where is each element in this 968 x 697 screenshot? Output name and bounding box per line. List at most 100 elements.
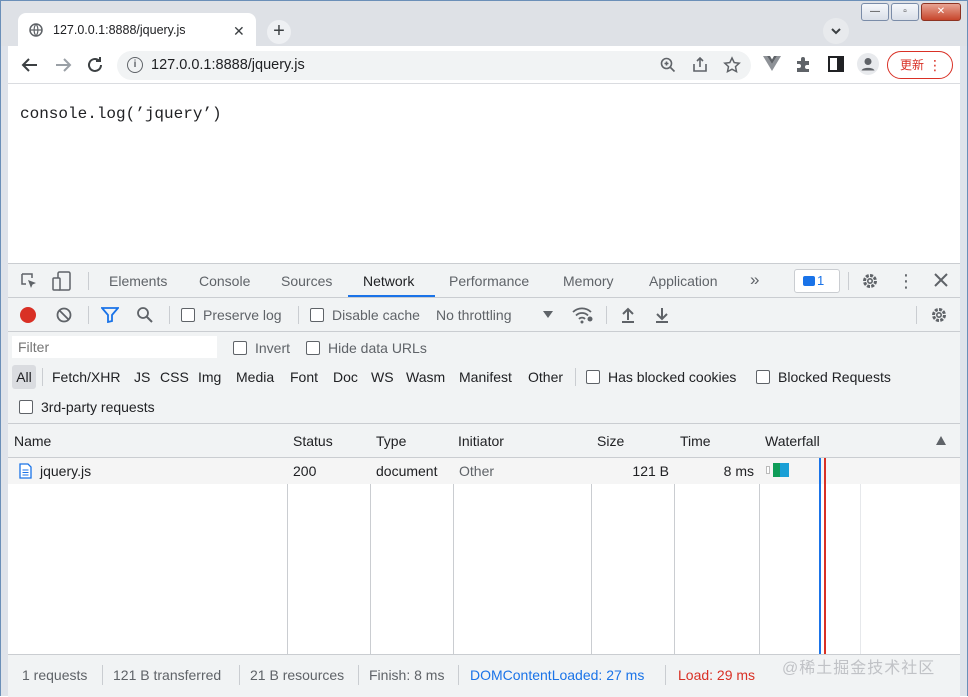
filter-input[interactable] <box>12 336 217 358</box>
header-size[interactable]: Size <box>597 433 624 449</box>
profile-avatar[interactable] <box>857 53 879 75</box>
tab-console[interactable]: Console <box>199 273 250 289</box>
more-vert-icon: ⋮ <box>928 57 942 73</box>
info-icon[interactable]: i <box>127 57 143 73</box>
tab-network[interactable]: Network <box>363 273 414 289</box>
address-bar[interactable]: i 127.0.0.1:8888/jquery.js <box>117 51 751 80</box>
devtools-tab-bar: Elements Console Sources Network Perform… <box>8 264 960 298</box>
preserve-log-label: Preserve log <box>203 307 282 323</box>
inspect-element-icon[interactable] <box>20 272 38 290</box>
upload-icon[interactable] <box>620 306 636 324</box>
tab-performance[interactable]: Performance <box>449 273 529 289</box>
network-conditions-icon[interactable] <box>572 306 594 324</box>
url-text[interactable]: 127.0.0.1:8888/jquery.js <box>151 57 305 73</box>
type-filter-css[interactable]: CSS <box>160 369 189 385</box>
load-event-line <box>824 458 826 654</box>
disable-cache-label: Disable cache <box>332 307 420 323</box>
maximize-button[interactable]: ▫ <box>891 3 919 21</box>
search-icon[interactable] <box>136 306 154 324</box>
type-filter-fetch-xhr[interactable]: Fetch/XHR <box>52 369 120 385</box>
type-filter-all[interactable]: All <box>12 365 36 389</box>
filter-icon[interactable] <box>101 307 119 323</box>
browser-toolbar: i 127.0.0.1:8888/jquery.js 更新 ⋮ <box>0 46 968 84</box>
window-close-button[interactable]: ✕ <box>921 3 961 21</box>
type-filter-ws[interactable]: WS <box>371 369 394 385</box>
close-tab-icon[interactable]: ✕ <box>233 23 245 40</box>
sort-ascending-icon[interactable] <box>936 436 946 445</box>
filter-bar: Invert Hide data URLs All Fetch/XHR JS C… <box>8 332 960 424</box>
disable-cache-checkbox[interactable] <box>310 308 324 322</box>
forward-button[interactable] <box>51 53 75 77</box>
third-party-requests-checkbox[interactable] <box>19 400 33 414</box>
devtools-panel: Elements Console Sources Network Perform… <box>8 263 960 697</box>
throttling-select[interactable]: No throttling <box>436 307 511 323</box>
browser-tab[interactable]: 127.0.0.1:8888/jquery.js ✕ <box>18 13 256 49</box>
header-time[interactable]: Time <box>680 433 711 449</box>
side-panel-icon[interactable] <box>828 56 844 72</box>
issues-badge[interactable]: 1 <box>794 269 840 293</box>
type-filter-other[interactable]: Other <box>528 369 563 385</box>
header-type[interactable]: Type <box>376 433 406 449</box>
type-filter-font[interactable]: Font <box>290 369 318 385</box>
type-filter-wasm[interactable]: Wasm <box>406 369 445 385</box>
blocked-requests-checkbox[interactable] <box>756 370 770 384</box>
header-waterfall[interactable]: Waterfall <box>765 433 820 449</box>
type-filter-manifest[interactable]: Manifest <box>459 369 512 385</box>
record-icon[interactable] <box>20 307 36 323</box>
header-name[interactable]: Name <box>14 433 51 449</box>
invert-checkbox[interactable] <box>233 341 247 355</box>
reload-icon <box>88 57 102 72</box>
tab-search-button[interactable] <box>823 18 849 44</box>
more-vert-icon[interactable]: ⋮ <box>897 271 915 292</box>
type-filter-js[interactable]: JS <box>134 369 150 385</box>
type-filter-media[interactable]: Media <box>236 369 274 385</box>
settings-gear-icon[interactable] <box>861 272 879 290</box>
network-toolbar: Preserve log Disable cache No throttling <box>8 298 960 332</box>
divider <box>298 306 299 324</box>
divider <box>606 306 607 324</box>
download-icon[interactable] <box>654 306 670 324</box>
waterfall-wait-bar <box>773 463 780 477</box>
tab-memory[interactable]: Memory <box>563 273 614 289</box>
has-blocked-cookies-label: Has blocked cookies <box>608 369 737 385</box>
update-button[interactable]: 更新 ⋮ <box>887 51 953 79</box>
preserve-log-checkbox[interactable] <box>181 308 195 322</box>
third-party-requests-label: 3rd-party requests <box>41 399 155 415</box>
type-filter-img[interactable]: Img <box>198 369 221 385</box>
close-devtools-icon[interactable] <box>933 272 949 288</box>
title-bar: 127.0.0.1:8888/jquery.js ✕ + — ▫ ✕ <box>0 0 968 49</box>
header-status[interactable]: Status <box>293 433 333 449</box>
more-tabs-button[interactable]: » <box>750 270 759 290</box>
divider <box>42 368 43 386</box>
finish-time: Finish: 8 ms <box>369 667 445 683</box>
table-row[interactable]: jquery.js 200 document Other 121 B 8 ms <box>8 458 960 484</box>
vue-devtools-icon[interactable] <box>763 56 781 72</box>
share-icon[interactable] <box>691 56 709 74</box>
window-frame-right <box>960 46 968 696</box>
minimize-button[interactable]: — <box>861 3 889 21</box>
globe-icon <box>29 23 43 37</box>
divider <box>458 665 459 685</box>
tab-elements[interactable]: Elements <box>109 273 167 289</box>
tab-sources[interactable]: Sources <box>281 273 332 289</box>
extensions-puzzle-icon[interactable] <box>795 56 812 73</box>
chevron-down-icon <box>831 28 841 35</box>
device-toolbar-icon[interactable] <box>52 271 72 291</box>
blocked-requests-label: Blocked Requests <box>778 369 891 385</box>
new-tab-button[interactable]: + <box>267 20 291 44</box>
network-settings-gear-icon[interactable] <box>930 306 948 324</box>
bookmark-star-icon[interactable] <box>723 56 741 74</box>
reload-button[interactable] <box>83 53 107 77</box>
hide-data-urls-checkbox[interactable] <box>306 341 320 355</box>
has-blocked-cookies-checkbox[interactable] <box>586 370 600 384</box>
back-button[interactable] <box>18 53 42 77</box>
tab-title: 127.0.0.1:8888/jquery.js <box>53 23 186 37</box>
type-filter-doc[interactable]: Doc <box>333 369 358 385</box>
requests-count: 1 requests <box>22 667 88 683</box>
dropdown-arrow-icon[interactable] <box>543 311 553 319</box>
zoom-icon[interactable] <box>659 56 677 74</box>
cell-name[interactable]: jquery.js <box>40 463 91 479</box>
header-initiator[interactable]: Initiator <box>458 433 504 449</box>
clear-icon[interactable] <box>55 306 73 324</box>
tab-application[interactable]: Application <box>649 273 718 289</box>
